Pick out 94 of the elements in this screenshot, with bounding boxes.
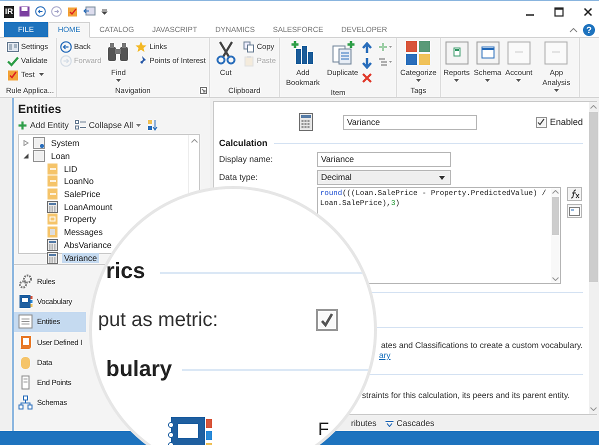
tree-item[interactable]: SalePrice xyxy=(62,189,102,200)
tree-item[interactable]: Property xyxy=(62,214,98,224)
field-label: Data type: xyxy=(219,172,259,182)
field-icon xyxy=(47,238,58,251)
toolbar-button[interactable]: Add Entity xyxy=(18,120,69,130)
move-down-icon[interactable] xyxy=(361,57,374,69)
save-icon[interactable] xyxy=(19,6,30,17)
caret-icon xyxy=(439,176,445,180)
field-icon xyxy=(47,162,58,175)
panel-title: Entities xyxy=(17,101,62,118)
function-button[interactable] xyxy=(567,187,582,201)
calculator-icon xyxy=(299,113,313,131)
metric-checkbox[interactable] xyxy=(316,309,338,331)
enabled-checkbox[interactable] xyxy=(536,116,547,128)
tree-item[interactable]: Variance xyxy=(62,252,99,263)
schema-icon xyxy=(18,395,33,410)
tree-item[interactable]: LoanNo xyxy=(62,176,96,186)
entity-icon xyxy=(33,137,45,150)
function-icon xyxy=(570,189,580,199)
tree-item[interactable]: LID xyxy=(62,164,80,174)
scroll-down-icon[interactable] xyxy=(590,407,597,411)
maximize-icon[interactable] xyxy=(554,6,564,16)
field-icon xyxy=(47,200,58,213)
collapse-icon xyxy=(74,120,86,130)
toolbar-button[interactable]: Collapse All xyxy=(74,120,142,130)
bookmark-icon xyxy=(290,40,316,66)
delete-icon[interactable] xyxy=(361,72,374,84)
database-icon xyxy=(18,354,33,370)
field-icon xyxy=(47,226,58,238)
back-icon[interactable] xyxy=(35,6,46,17)
field-icon xyxy=(47,188,58,200)
gears-icon xyxy=(18,274,33,289)
caret-icon xyxy=(136,124,142,126)
description-text: ates and Classifications to create a custom vocabulary. xyxy=(381,340,583,350)
bottom-tab[interactable]: ributes xyxy=(351,418,377,428)
settings-icon xyxy=(7,40,19,52)
back-icon xyxy=(60,40,72,52)
field-icon xyxy=(47,213,58,226)
image-icon[interactable] xyxy=(83,6,96,17)
indent-icon[interactable] xyxy=(378,57,392,67)
add-icon xyxy=(18,120,27,130)
caret-icon xyxy=(116,79,121,82)
scroll-icon xyxy=(18,334,33,350)
checkbox-label: Enabled xyxy=(550,117,583,127)
field-label: put as metric: xyxy=(98,308,218,332)
forward-icon xyxy=(60,54,72,66)
window-icon xyxy=(569,206,580,216)
list-icon xyxy=(18,314,33,330)
tree-item[interactable]: AbsVariance xyxy=(62,240,114,250)
name-field[interactable]: Variance xyxy=(343,114,477,130)
tab-letter: F xyxy=(318,419,329,439)
close-icon[interactable] xyxy=(583,6,593,16)
color-grid-icon xyxy=(405,40,432,66)
book-icon xyxy=(18,294,33,309)
caret-icon xyxy=(554,89,559,92)
cascade-icon xyxy=(384,420,394,426)
sort-icon[interactable] xyxy=(147,119,158,131)
clipboard-icon xyxy=(7,68,19,80)
field-icon xyxy=(47,252,58,264)
collapse-ribbon-icon[interactable] xyxy=(569,26,578,32)
scrollbar-thumb[interactable] xyxy=(588,112,598,282)
paste-icon xyxy=(242,54,255,66)
vocabulary-link[interactable]: ary xyxy=(379,350,391,360)
move-up-icon[interactable] xyxy=(361,42,374,54)
caret-icon xyxy=(516,79,522,82)
copy-icon xyxy=(242,40,255,52)
entity-icon xyxy=(33,150,45,162)
caret-icon xyxy=(38,73,44,76)
test-icon[interactable] xyxy=(67,6,78,17)
section-heading: bulary xyxy=(106,357,172,381)
section-heading: rics xyxy=(106,259,146,283)
caret-icon xyxy=(485,79,490,82)
scroll-up-icon[interactable] xyxy=(590,105,597,109)
tree-item[interactable]: System xyxy=(49,138,82,148)
collapse-arrow-icon[interactable] xyxy=(23,153,29,160)
star-icon xyxy=(135,40,148,52)
description-text: straints for this calculation, its peers and its parent entity. xyxy=(362,390,571,400)
caret-icon xyxy=(454,79,460,82)
tree-item[interactable]: Loan xyxy=(49,151,72,162)
help-button[interactable]: ? xyxy=(583,24,595,36)
dropdown[interactable]: Decimal xyxy=(317,170,451,184)
field-icon xyxy=(47,175,58,188)
checkmark-icon xyxy=(7,54,19,66)
caret-icon xyxy=(416,79,421,82)
dialog-launcher-icon[interactable] xyxy=(200,87,207,94)
expand-arrow-icon[interactable] xyxy=(23,140,29,146)
scroll-up-icon[interactable] xyxy=(190,139,198,143)
tree-item[interactable]: Messages xyxy=(62,227,105,238)
field-label: Display name: xyxy=(219,154,274,164)
tree-item[interactable]: LoanAmount xyxy=(62,202,114,212)
section-heading: Calculation xyxy=(219,138,268,148)
bottom-tab[interactable]: Cascades xyxy=(384,418,434,428)
app-logo: IR xyxy=(4,6,14,18)
text-field[interactable]: Variance xyxy=(317,152,451,166)
